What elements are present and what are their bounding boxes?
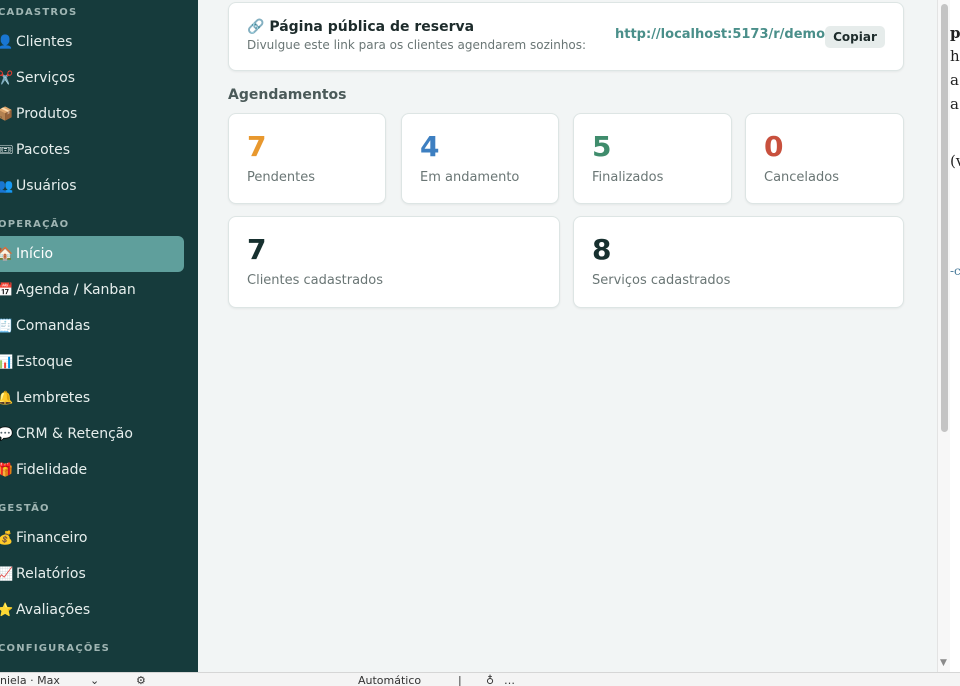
package-icon: 📦	[0, 106, 14, 122]
stat-label: Clientes cadastrados	[247, 273, 384, 288]
public-link-url[interactable]: http://localhost:5173/r/demo	[615, 27, 825, 42]
sidebar-item-label: Estoque	[16, 354, 73, 370]
stat-card-cancelados: 0 Cancelados	[745, 113, 904, 204]
sidebar-item-label: Lembretes	[16, 390, 91, 406]
sidebar-item-servicos[interactable]: ✂️ Serviços	[0, 60, 184, 96]
stat-card-servicos: 8 Serviços cadastrados	[573, 216, 904, 308]
section-operacao: OPERAÇÃO	[0, 219, 70, 230]
bar-chart-icon: 📊	[0, 354, 14, 370]
people-icon: 👥	[0, 178, 14, 194]
sidebar-item-avaliacoes[interactable]: ⭐ Avaliações	[0, 592, 184, 628]
bottom-status-bar: niela · Max ⌄ ⚙ Automático | ♁ …	[0, 672, 960, 686]
stat-label: Em andamento	[420, 170, 520, 185]
tool-icon[interactable]: ⚙	[136, 674, 146, 686]
sidebar-item-agenda[interactable]: 📅 Agenda / Kanban	[0, 272, 184, 308]
section-heading: Agendamentos	[228, 87, 347, 103]
sidebar-item-produtos[interactable]: 📦 Produtos	[0, 96, 184, 132]
public-link-title-text: Página pública de reserva	[269, 19, 475, 35]
sidebar-item-label: Início	[16, 246, 54, 262]
stat-card-pendentes: 7 Pendentes	[228, 113, 386, 204]
sidebar-item-label: Clientes	[16, 34, 73, 50]
sidebar-item-inicio[interactable]: 🏠 Início	[0, 236, 184, 272]
stat-label: Pendentes	[247, 170, 315, 185]
money-bag-icon: 💰	[0, 530, 14, 546]
sidebar-item-estoque[interactable]: 📊 Estoque	[0, 344, 184, 380]
public-link-title: 🔗 Página pública de reserva	[247, 19, 474, 35]
sidebar-item-label: Comandas	[16, 318, 91, 334]
peek-text: -c	[950, 264, 960, 278]
mic-icon[interactable]: ♁	[486, 674, 494, 686]
person-icon: 👤	[0, 34, 14, 50]
sidebar-item-pacotes[interactable]: 🎟 Pacotes	[0, 132, 184, 168]
peek-text: a	[950, 71, 959, 89]
scissors-icon: ✂️	[0, 70, 14, 86]
status-left-text: niela · Max	[0, 674, 60, 686]
sidebar-item-label: Financeiro	[16, 530, 88, 546]
sidebar-item-relatorios[interactable]: 📈 Relatórios	[0, 556, 184, 592]
vertical-scrollbar[interactable]: ▼	[937, 0, 950, 672]
stat-value: 8	[592, 233, 612, 266]
sidebar-item-usuarios[interactable]: 👥 Usuários	[0, 168, 184, 204]
sidebar-item-label: Serviços	[16, 70, 75, 86]
copy-button[interactable]: Copiar	[825, 26, 885, 48]
sidebar-item-lembretes[interactable]: 🔔 Lembretes	[0, 380, 184, 416]
scrollbar-thumb[interactable]	[941, 4, 948, 432]
sidebar-item-label: Avaliações	[16, 602, 91, 618]
section-configuracoes: CONFIGURAÇÕES	[0, 643, 111, 654]
sidebar-item-label: Produtos	[16, 106, 78, 122]
stat-label: Serviços cadastrados	[592, 273, 731, 288]
sidebar-item-label: Agenda / Kanban	[16, 282, 136, 298]
public-link-card: 🔗 Página pública de reserva Divulgue est…	[228, 2, 904, 71]
peek-text: (v	[950, 152, 960, 170]
stat-value: 5	[592, 130, 612, 163]
public-link-subtitle: Divulgue este link para os clientes agen…	[247, 38, 587, 52]
section-cadastros: CADASTROS	[0, 7, 78, 18]
peek-text: ha	[950, 47, 960, 65]
line-chart-icon: 📈	[0, 566, 14, 582]
cursor-icon: |	[458, 674, 462, 686]
chevron-down-icon[interactable]: ⌄	[90, 674, 99, 686]
home-icon: 🏠	[0, 246, 14, 262]
ticket-icon: 🎟	[0, 142, 14, 158]
stat-card-clientes: 7 Clientes cadastrados	[228, 216, 560, 308]
peek-text: a	[950, 95, 959, 113]
stat-label: Cancelados	[764, 170, 839, 185]
main-content: 🔗 Página pública de reserva Divulgue est…	[198, 0, 937, 672]
stat-value: 7	[247, 233, 267, 266]
speech-bubble-icon: 💬	[0, 426, 14, 442]
more-icon[interactable]: …	[504, 674, 515, 686]
sidebar-item-label: CRM & Retenção	[16, 426, 133, 442]
star-icon: ⭐	[0, 602, 14, 618]
sidebar-item-label: Fidelidade	[16, 462, 88, 478]
sidebar-item-comandas[interactable]: 🧾 Comandas	[0, 308, 184, 344]
stat-value: 4	[420, 130, 440, 163]
sidebar-item-fidelidade[interactable]: 🎁 Fidelidade	[0, 452, 184, 488]
sidebar-item-crm[interactable]: 💬 CRM & Retenção	[0, 416, 184, 452]
bell-icon: 🔔	[0, 390, 14, 406]
sidebar-item-clientes[interactable]: 👤 Clientes	[0, 24, 184, 60]
receipt-icon: 🧾	[0, 318, 14, 334]
gift-icon: 🎁	[0, 462, 14, 478]
sidebar-item-label: Usuários	[16, 178, 77, 194]
stat-value: 7	[247, 130, 267, 163]
status-mode-text: Automático	[358, 674, 422, 686]
sidebar-item-label: Relatórios	[16, 566, 86, 582]
calendar-icon: 📅	[0, 282, 14, 298]
section-gestao: GESTÃO	[0, 503, 50, 514]
stat-card-finalizados: 5 Finalizados	[573, 113, 732, 204]
scroll-down-arrow-icon[interactable]: ▼	[940, 658, 947, 668]
sidebar: CADASTROS 👤 Clientes ✂️ Serviços 📦 Produ…	[0, 0, 198, 672]
sidebar-item-financeiro[interactable]: 💰 Financeiro	[0, 520, 184, 556]
stat-card-em-andamento: 4 Em andamento	[401, 113, 559, 204]
stat-value: 0	[764, 130, 784, 163]
stat-label: Finalizados	[592, 170, 664, 185]
peek-text: pc	[950, 24, 960, 42]
adjacent-window-peek: pc ha a a (v -c	[950, 0, 960, 672]
link-icon: 🔗	[247, 19, 265, 35]
sidebar-item-label: Pacotes	[16, 142, 71, 158]
